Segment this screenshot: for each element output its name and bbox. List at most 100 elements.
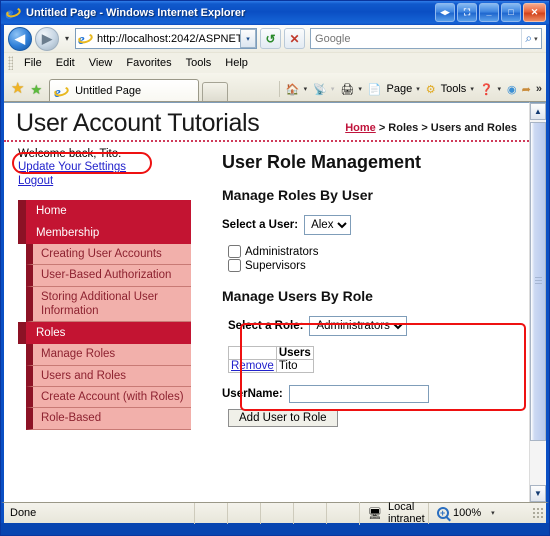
administrators-checkbox[interactable]	[228, 245, 241, 258]
supervisors-checkbox[interactable]	[228, 259, 241, 272]
window-resize-grip[interactable]	[532, 507, 544, 519]
status-bar: Done 🖥 Local intranet + 100% ▾	[1, 501, 549, 525]
sidebar-item-role-based[interactable]: Role-Based	[26, 408, 191, 430]
forward-icon[interactable]: ▶	[35, 26, 59, 51]
status-cell	[260, 502, 293, 524]
status-cell	[194, 502, 227, 524]
sidebar-nav: Home Membership Creating User Accounts U…	[4, 199, 204, 430]
back-icon[interactable]: ◀	[8, 26, 32, 51]
url-dropdown-icon[interactable]: ▾	[240, 29, 257, 48]
update-settings-link[interactable]: Update Your Settings	[18, 160, 204, 174]
tab-untitled-page[interactable]: e Untitled Page	[49, 79, 200, 101]
page-favicon-icon: e	[76, 31, 95, 48]
page-menu-label[interactable]: Page	[385, 83, 415, 95]
url-field[interactable]: e http://localhost:2042/ASPNET_Security_…	[75, 28, 258, 49]
sidebar-item-home[interactable]: Home	[18, 199, 204, 222]
page-scrollbar[interactable]: ▲ ▼	[529, 102, 546, 502]
logout-link[interactable]: Logout	[18, 174, 204, 188]
sidebar-item-storing-additional-user-information[interactable]: Storing Additional User Information	[26, 286, 191, 323]
scrollbar-thumb[interactable]	[530, 122, 546, 441]
sidebar-item-label: Membership	[26, 221, 191, 244]
table-header-users: Users	[275, 346, 314, 360]
new-tab-button[interactable]	[202, 82, 229, 101]
menu-file[interactable]: File	[17, 55, 49, 71]
close-button[interactable]: ✕	[523, 3, 546, 22]
url-text: http://localhost:2042/ASPNET_Security_Tu…	[97, 32, 240, 45]
menu-help[interactable]: Help	[218, 55, 255, 71]
role-select[interactable]: Administrators	[309, 316, 408, 336]
username-input[interactable]	[288, 385, 429, 403]
zoom-dropdown-icon[interactable]: ▾	[491, 509, 495, 517]
user-select[interactable]: Alex	[304, 215, 352, 235]
new-group-button[interactable]: ⛶	[457, 3, 477, 22]
breadcrumb-home-link[interactable]: Home	[345, 122, 376, 134]
browser-chrome: ◀ ▶ ▾ e http://localhost:2042/ASPNET_Sec…	[1, 25, 549, 102]
stop-icon[interactable]: ✕	[284, 28, 306, 49]
scroll-up-button[interactable]: ▲	[530, 103, 546, 120]
manage-roles-by-user-section: Manage Roles By User Select a User: Alex…	[222, 187, 519, 272]
research-icon[interactable]: ➦	[520, 83, 533, 96]
users-table: Users Remove Tito	[228, 346, 314, 373]
section-heading-roles-by-user: Manage Roles By User	[222, 187, 373, 203]
table-row: Remove Tito	[228, 359, 314, 373]
checkbox-row-supervisors[interactable]: Supervisors	[228, 259, 519, 272]
add-user-to-role-button[interactable]: Add User to Role	[228, 409, 338, 427]
administrators-label: Administrators	[245, 245, 319, 258]
sidebar-item-users-and-roles[interactable]: Users and Roles	[26, 365, 191, 387]
tools-menu-icon[interactable]: ⚙	[424, 83, 438, 96]
sidebar-item-roles[interactable]: Roles	[18, 322, 204, 345]
home-dropdown-icon[interactable]: ▾	[303, 85, 311, 93]
checkbox-row-administrators[interactable]: Administrators	[228, 245, 519, 258]
help-dropdown-icon[interactable]: ▾	[497, 85, 505, 93]
messenger-icon[interactable]: ◉	[505, 83, 519, 96]
manage-users-by-role-section: Manage Users By Role Select a Role: Admi…	[222, 288, 526, 427]
menu-favorites[interactable]: Favorites	[119, 55, 178, 71]
print-icon[interactable]: 🖨	[338, 83, 356, 96]
zoom-control[interactable]: + 100% ▾	[428, 502, 546, 524]
sidebar-item-user-based-authorization[interactable]: User-Based Authorization	[26, 265, 191, 287]
menu-view[interactable]: View	[82, 55, 120, 71]
favorites-center-icon[interactable]: ★	[11, 81, 24, 96]
scroll-down-button[interactable]: ▼	[530, 485, 546, 502]
login-status-panel: Welcome back, Tito. Update Your Settings…	[4, 148, 204, 189]
help-icon[interactable]: ❓	[478, 83, 496, 96]
username-row: UserName:	[222, 385, 519, 403]
scrollbar-track[interactable]	[530, 120, 546, 485]
table-header-action	[228, 346, 277, 360]
main-content: User Role Management Manage Roles By Use…	[204, 142, 529, 430]
tools-menu-label[interactable]: Tools	[439, 83, 469, 95]
page-menu-icon[interactable]: 📄	[366, 83, 384, 96]
sidebar-item-creating-user-accounts[interactable]: Creating User Accounts	[26, 243, 191, 266]
refresh-icon[interactable]: ↺	[260, 28, 282, 49]
restore-group-button[interactable]: ◂▸	[435, 3, 455, 22]
page-menu-dropdown-icon[interactable]: ▾	[415, 85, 423, 93]
search-input[interactable]	[311, 30, 521, 47]
maximize-button[interactable]: □	[501, 3, 521, 22]
address-bar: ◀ ▶ ▾ e http://localhost:2042/ASPNET_Sec…	[4, 25, 546, 52]
breadcrumb: Home > Roles > Users and Roles	[345, 122, 517, 134]
status-text: Done	[10, 507, 37, 519]
page-title: User Account Tutorials	[16, 109, 260, 137]
remove-link[interactable]: Remove	[231, 360, 274, 372]
toolbar-overflow-icon[interactable]: »	[536, 83, 542, 95]
search-icon[interactable]: ⌕ ▾	[521, 29, 541, 48]
menu-edit[interactable]: Edit	[49, 55, 82, 71]
tools-menu-dropdown-icon[interactable]: ▾	[469, 85, 477, 93]
search-box[interactable]: ⌕▾	[310, 28, 542, 49]
print-dropdown-icon[interactable]: ▾	[357, 85, 365, 93]
table-header-row: Users	[228, 346, 314, 360]
feeds-icon[interactable]: 📡	[311, 83, 329, 96]
sidebar-item-label: Home	[26, 199, 191, 222]
home-icon[interactable]: 🏠	[284, 83, 302, 96]
sidebar-item-manage-roles[interactable]: Manage Roles	[26, 344, 191, 366]
web-page: User Account Tutorials Home > Roles > Us…	[4, 102, 529, 502]
menu-tools[interactable]: Tools	[179, 55, 219, 71]
table-cell-user: Tito	[275, 359, 314, 373]
security-zone[interactable]: 🖥 Local intranet	[359, 501, 428, 525]
sidebar-item-create-account-with-roles[interactable]: Create Account (with Roles)	[26, 387, 191, 409]
minimize-button[interactable]: _	[479, 3, 499, 22]
history-dropdown-icon[interactable]: ▾	[62, 34, 72, 43]
page-header: User Account Tutorials Home > Roles > Us…	[4, 103, 529, 142]
sidebar-item-membership[interactable]: Membership	[18, 221, 204, 244]
add-to-favorites-icon[interactable]: ★	[30, 83, 42, 96]
